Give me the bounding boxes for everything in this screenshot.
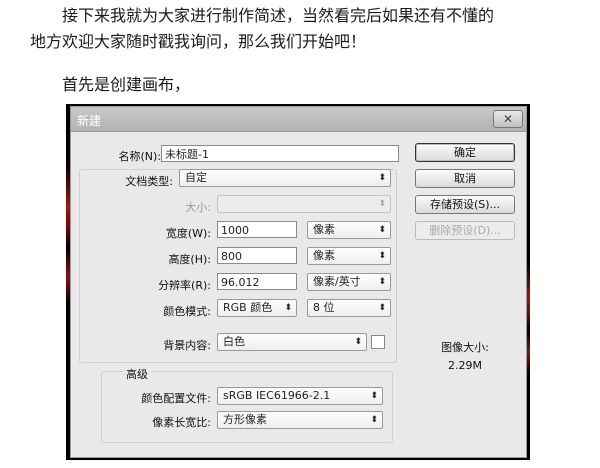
new-document-dialog: 新建 ✕ 名称(N): 未标题-1 文档类型: 自定 ⬍ 大小: ⬍ 宽度(W):… [70,106,527,458]
name-label: 名称(N): [118,150,161,163]
size-label: 大小: [185,201,211,214]
ok-button[interactable]: 确定 [415,143,515,162]
background-select[interactable]: 白色 ⬍ [217,333,367,351]
pixel-aspect-select[interactable]: 方形像素 ⬍ [217,411,383,429]
preset-value: 自定 [185,171,207,184]
chevron-updown-icon: ⬍ [370,415,378,425]
chevron-updown-icon: ⬍ [378,303,386,313]
color-mode-label: 颜色模式: [163,305,211,318]
article-line-2: 地方欢迎大家随时戳我询问，那么我们开始吧！ [30,32,367,51]
resolution-unit-value: 像素/英寸 [313,275,361,288]
width-input[interactable]: 1000 [217,221,297,238]
save-preset-button[interactable]: 存储预设(S)... [415,195,515,214]
preset-select[interactable]: 自定 ⬍ [179,169,391,187]
color-mode-select[interactable]: RGB 颜色 ⬍ [217,299,297,317]
height-unit-select[interactable]: 像素 ⬍ [307,247,391,265]
background-label: 背景内容: [163,339,211,352]
advanced-heading: 高级 [123,366,151,382]
color-mode-value: RGB 颜色 [223,301,273,314]
dialog-title: 新建 [77,114,102,128]
chevron-updown-icon: ⬍ [378,277,386,287]
height-input[interactable]: 800 [217,247,297,264]
chevron-updown-icon: ⬍ [354,337,362,347]
chevron-updown-icon: ⬍ [378,199,386,209]
height-label: 高度(H): [168,253,211,266]
chevron-updown-icon: ⬍ [378,173,386,183]
bit-depth-select[interactable]: 8 位 ⬍ [307,299,391,317]
close-button[interactable]: ✕ [493,110,523,128]
cancel-button[interactable]: 取消 [415,169,515,188]
pixel-aspect-label: 像素长宽比: [152,416,211,429]
chevron-updown-icon: ⬍ [378,225,386,235]
width-unit-value: 像素 [313,223,335,236]
resolution-label: 分辨率(R): [158,279,211,292]
resolution-input[interactable]: 96.012 [217,273,297,290]
preset-label: 文档类型: [125,175,173,188]
delete-preset-button: 删除预设(D)... [415,221,515,240]
image-size-value: 2.29M [448,359,482,372]
chevron-updown-icon: ⬍ [370,391,378,401]
resolution-unit-select[interactable]: 像素/英寸 ⬍ [307,273,391,291]
article-line-1: 接下来我就为大家进行制作简述，当然看完后如果还有不懂的 [62,6,495,25]
background-color-swatch[interactable] [371,335,385,349]
background-value: 白色 [223,335,245,348]
pixel-aspect-value: 方形像素 [223,413,267,426]
dialog-titlebar[interactable]: 新建 ✕ [71,107,526,132]
article-line-3: 首先是创建画布， [62,75,191,94]
color-profile-select[interactable]: sRGB IEC61966-2.1 ⬍ [217,387,383,405]
size-select[interactable]: ⬍ [217,195,391,213]
chevron-updown-icon: ⬍ [284,303,292,313]
name-input[interactable]: 未标题-1 [161,145,399,162]
width-label: 宽度(W): [165,227,211,240]
color-profile-value: sRGB IEC61966-2.1 [223,389,331,402]
image-size-label: 图像大小: [441,341,489,354]
chevron-updown-icon: ⬍ [378,251,386,261]
width-unit-select[interactable]: 像素 ⬍ [307,221,391,239]
close-icon: ✕ [502,112,514,126]
color-profile-label: 颜色配置文件: [141,392,211,405]
height-unit-value: 像素 [313,249,335,262]
bit-depth-value: 8 位 [313,301,335,314]
